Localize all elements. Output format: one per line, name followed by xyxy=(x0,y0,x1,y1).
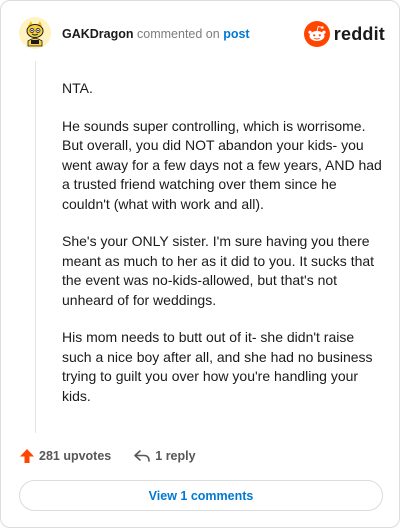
comment-paragraph: She's your ONLY sister. I'm sure having … xyxy=(62,233,375,308)
author-line: GAKDragon commented on post xyxy=(62,27,250,42)
reply-arrow-icon xyxy=(134,450,151,462)
comment-card: GAKDragon commented on post reddit NTA. … xyxy=(0,0,400,528)
snoo-avatar-icon xyxy=(19,17,51,49)
reply-button[interactable]: 1 reply xyxy=(133,449,196,463)
reddit-logo[interactable]: reddit xyxy=(303,21,385,47)
comment-actions: 281 upvotes 1 reply xyxy=(19,447,196,465)
comment-paragraph: His mom needs to butt out of it- she did… xyxy=(62,329,373,404)
view-comments-button[interactable]: View 1 comments xyxy=(19,480,383,511)
upvote-count: 281 upvotes xyxy=(39,449,112,463)
avatar[interactable] xyxy=(19,17,51,49)
upvote-button[interactable]: 281 upvotes xyxy=(19,448,111,464)
author-name[interactable]: GAKDragon xyxy=(62,27,134,41)
thread-line[interactable] xyxy=(35,61,36,433)
comment-body: NTA. He sounds super controlling, which … xyxy=(62,79,384,424)
commented-on-text: commented on xyxy=(137,27,220,41)
upvote-arrow-icon xyxy=(20,449,34,463)
comment-header: GAKDragon commented on post reddit xyxy=(19,17,385,51)
reddit-wordmark: reddit xyxy=(333,23,385,44)
reddit-logo-icon xyxy=(303,21,330,47)
view-comments-label: View 1 comments xyxy=(148,488,254,503)
comment-paragraph: He sounds super controlling, which is wo… xyxy=(62,117,382,212)
reply-count: 1 reply xyxy=(155,449,196,463)
comment-paragraph: NTA. xyxy=(62,80,93,96)
post-link[interactable]: post xyxy=(223,27,249,41)
